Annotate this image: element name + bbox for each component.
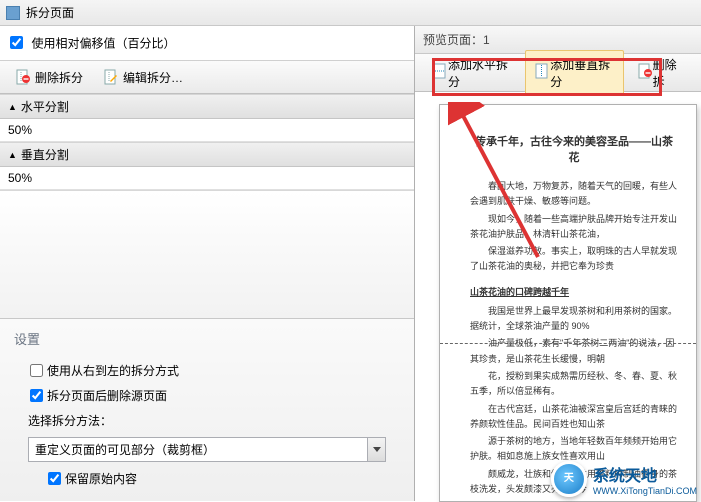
watermark-text-en: WWW.XiTongTianDi.COM bbox=[593, 486, 697, 496]
add-vertical-split-button[interactable]: 添加垂直拆分 bbox=[525, 50, 623, 96]
document-content: 传承千年，古往今来的美容圣品——山茶花 春回大地，万物复苏，随着天气的回暖，有些… bbox=[440, 105, 696, 502]
collapse-icon: ▲ bbox=[8, 150, 17, 160]
split-guide-horizontal bbox=[440, 343, 696, 344]
horizontal-split-icon bbox=[432, 63, 448, 82]
rtl-split-checkbox[interactable] bbox=[30, 364, 43, 377]
vertical-section-header[interactable]: ▲ 垂直分割 bbox=[0, 142, 414, 167]
window-title: 拆分页面 bbox=[26, 4, 74, 21]
watermark: 天 系统天地 WWW.XiTongTianDi.COM bbox=[551, 461, 697, 497]
list-filler bbox=[0, 190, 414, 319]
horizontal-section-header[interactable]: ▲ 水平分割 bbox=[0, 94, 414, 119]
rtl-split-label: 使用从右到左的拆分方式 bbox=[47, 362, 179, 379]
left-toolbar: 删除拆分 编辑拆分… bbox=[0, 60, 414, 94]
edit-split-button[interactable]: 编辑拆分… bbox=[94, 65, 192, 90]
delete-source-label: 拆分页面后删除源页面 bbox=[47, 387, 167, 404]
delete-icon bbox=[15, 69, 31, 85]
delete-split-button-right[interactable]: 删除拆 bbox=[628, 50, 693, 96]
right-toolbar: 添加水平拆分 添加垂直拆分 删除拆 bbox=[415, 54, 701, 92]
dropdown-arrow-icon bbox=[367, 438, 385, 461]
use-relative-offset-label: 使用相对偏移值（百分比） bbox=[31, 36, 175, 50]
left-panel: 使用相对偏移值（百分比） 删除拆分 编辑拆分… ▲ 水平分割 50% ▲ bbox=[0, 26, 415, 501]
keep-original-checkbox[interactable] bbox=[48, 472, 61, 485]
edit-icon bbox=[103, 69, 119, 85]
watermark-logo-icon: 天 bbox=[551, 461, 587, 497]
delete-icon bbox=[637, 63, 653, 82]
horizontal-value-row[interactable]: 50% bbox=[0, 119, 414, 142]
app-icon bbox=[6, 6, 20, 20]
keep-original-label: 保留原始内容 bbox=[65, 470, 137, 487]
delete-split-button[interactable]: 删除拆分 bbox=[6, 65, 92, 90]
titlebar: 拆分页面 bbox=[0, 0, 701, 26]
right-panel: 预览页面：1 添加水平拆分 添加垂直拆分 删除拆 bbox=[415, 26, 701, 501]
method-label: 选择拆分方法： bbox=[28, 412, 112, 429]
split-method-select[interactable]: 重定义页面的可见部分（裁剪框） bbox=[28, 437, 386, 462]
page-preview[interactable]: 传承千年，古往今来的美容圣品——山茶花 春回大地，万物复苏，随着天气的回暖，有些… bbox=[439, 104, 697, 502]
vertical-value-row[interactable]: 50% bbox=[0, 167, 414, 190]
watermark-text-cn: 系统天地 bbox=[593, 462, 697, 486]
settings-header: 设置 bbox=[14, 329, 400, 348]
settings-panel: 设置 使用从右到左的拆分方式 拆分页面后删除源页面 选择拆分方法： 重定义页面的… bbox=[0, 319, 414, 501]
vertical-split-icon bbox=[534, 63, 550, 82]
delete-source-checkbox[interactable] bbox=[30, 389, 43, 402]
split-method-value: 重定义页面的可见部分（裁剪框） bbox=[29, 438, 367, 461]
add-horizontal-split-button[interactable]: 添加水平拆分 bbox=[423, 50, 521, 96]
collapse-icon: ▲ bbox=[8, 102, 17, 112]
use-relative-offset-checkbox[interactable] bbox=[10, 36, 23, 49]
